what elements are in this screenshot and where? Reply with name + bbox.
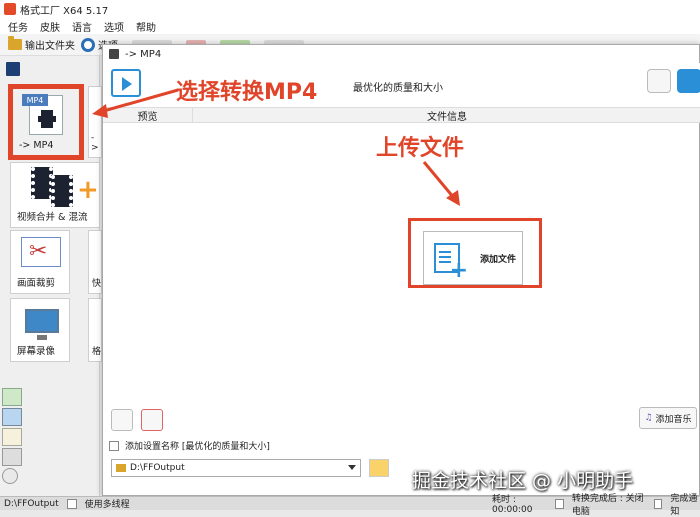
menu-bar: 任务 皮肤 语言 选项 帮助 xyxy=(0,18,700,34)
layers-button[interactable] xyxy=(647,69,671,93)
audio-category-icon[interactable] xyxy=(2,388,22,406)
file-table-header: 预览 文件信息 xyxy=(103,107,700,123)
add-music-button[interactable]: ♫ 添加音乐 xyxy=(639,407,697,429)
after-done-label: 转换完成后 : 关闭电脑 xyxy=(571,493,644,517)
setting-name-label: 添加设置名称 [最优化的质量和大小] xyxy=(125,442,270,452)
tile-stub-label: 格 xyxy=(92,347,102,357)
remove-button[interactable] xyxy=(141,409,163,431)
tile-label: 画面裁剪 xyxy=(17,278,56,289)
tile-video-merge[interactable]: + 视频合并 & 混流 xyxy=(10,162,100,228)
after-done-checkbox[interactable] xyxy=(555,498,564,509)
setting-name-checkbox[interactable] xyxy=(109,440,119,451)
tile-stub-label: -> xyxy=(91,133,99,153)
audio-wave-button[interactable] xyxy=(111,409,133,431)
output-folder-select[interactable]: D:\FFOutput xyxy=(111,459,361,477)
dialog-title: -> MP4 xyxy=(125,48,162,60)
multithread-checkbox[interactable] xyxy=(66,498,77,509)
plus-icon: + xyxy=(77,175,99,205)
convert-dialog: -> MP4 最优化的质量和大小 预览 文件信息 添加文件 ♫ 添加音乐 添加设… xyxy=(102,44,700,496)
tile-screen-record[interactable]: 屏幕录像 xyxy=(10,298,70,362)
output-path: D:\FFOutput xyxy=(130,463,185,473)
menu-help[interactable]: 帮助 xyxy=(136,19,156,34)
title-bar: 格式工厂 X64 5.17 xyxy=(0,0,700,18)
tile-stub-label: 快 xyxy=(92,279,102,289)
multithread-label: 使用多线程 xyxy=(84,500,130,510)
arrow-icon xyxy=(422,161,460,206)
arrow-icon xyxy=(92,88,179,118)
output-folder-label: 输出文件夹 xyxy=(25,41,75,52)
window-title: 格式工厂 X64 5.17 xyxy=(20,5,109,17)
notify-checkbox[interactable] xyxy=(653,498,663,509)
app-logo-icon xyxy=(4,3,16,15)
options-icon xyxy=(81,37,95,52)
folder-icon xyxy=(116,464,126,472)
menu-options[interactable]: 选项 xyxy=(104,19,124,34)
chevron-down-icon xyxy=(348,465,356,470)
column-file-info: 文件信息 xyxy=(427,111,467,123)
folder-icon xyxy=(8,36,22,50)
browse-folder-button[interactable] xyxy=(369,459,389,477)
video-category-icon[interactable] xyxy=(6,62,20,76)
music-note-icon: ♫ xyxy=(644,413,653,423)
add-music-label: 添加音乐 xyxy=(655,414,692,425)
menu-language[interactable]: 语言 xyxy=(72,19,92,34)
dialog-icon xyxy=(109,49,119,59)
tile-label: 视频合并 & 混流 xyxy=(17,212,88,223)
menu-task[interactable]: 任务 xyxy=(8,19,28,34)
film-icon xyxy=(31,167,53,199)
film-icon xyxy=(51,175,73,207)
tools-category-icon[interactable] xyxy=(2,468,18,484)
document-category-icon[interactable] xyxy=(2,428,22,446)
tile-stub[interactable]: 快 xyxy=(88,230,102,294)
notify-label: 完成通知 xyxy=(670,493,698,517)
watermark: 掘金技术社区 @ 小明助手 xyxy=(412,470,634,492)
category-icons xyxy=(0,386,24,486)
dialog-title-bar: -> MP4 xyxy=(103,45,699,63)
preset-label: 最优化的质量和大小 xyxy=(353,83,443,94)
scissors-icon: ✂ xyxy=(29,239,48,264)
image-category-icon[interactable] xyxy=(2,408,22,426)
status-right: 耗时 : 00:00:00 转换完成后 : 关闭电脑 完成通知 xyxy=(492,491,700,517)
menu-skin[interactable]: 皮肤 xyxy=(40,19,60,34)
tile-label: 屏幕录像 xyxy=(17,346,56,357)
monitor-icon xyxy=(25,309,59,333)
status-path: D:\FFOutput xyxy=(4,498,59,509)
status-bar: D:\FFOutput 使用多线程 耗时 : 00:00:00 转换完成后 : … xyxy=(0,494,700,517)
tile-crop[interactable]: ✂ 画面裁剪 xyxy=(10,230,70,294)
settings-gear-button[interactable] xyxy=(677,69,700,93)
setting-name-row: 添加设置名称 [最优化的质量和大小] xyxy=(109,439,270,452)
highlight-box-mp4 xyxy=(8,84,84,160)
tile-stub[interactable]: 格 xyxy=(88,298,102,362)
output-folder-button[interactable]: 输出文件夹 xyxy=(8,36,75,52)
highlight-box-add-file xyxy=(408,218,542,288)
footer-tools xyxy=(111,409,163,431)
annotation-select: 选择转换MP4 xyxy=(176,80,318,105)
disc-category-icon[interactable] xyxy=(2,448,22,466)
elapsed-time: 耗时 : 00:00:00 xyxy=(492,495,533,515)
monitor-stand-icon xyxy=(37,335,47,340)
